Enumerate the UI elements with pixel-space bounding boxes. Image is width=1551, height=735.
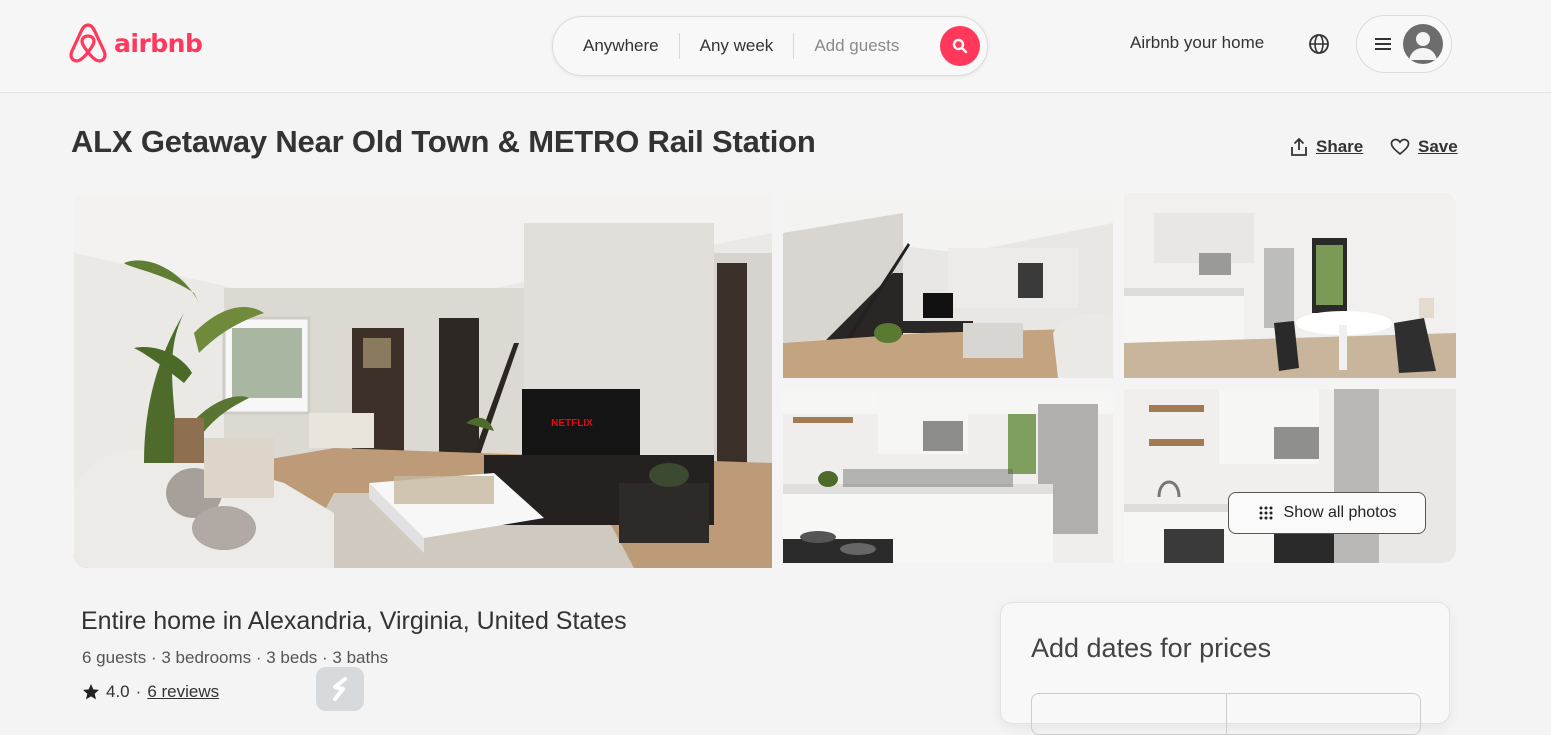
search-dates[interactable]: Any week (680, 36, 794, 56)
floating-app-button[interactable] (316, 667, 364, 711)
listing-details: 6 guests · 3 bedrooms · 3 beds · 3 baths (82, 648, 389, 667)
photo-kitchen-dining[interactable] (1124, 193, 1456, 378)
heart-icon (1390, 138, 1410, 156)
photo-main-living-room[interactable]: NETFLIX (74, 193, 772, 568)
show-all-photos-label: Show all photos (1283, 504, 1397, 521)
search-location[interactable]: Anywhere (553, 36, 679, 56)
listing-title: ALX Getaway Near Old Town & METRO Rail S… (71, 124, 816, 159)
search-bar[interactable]: Anywhere Any week Add guests (552, 16, 988, 76)
avatar (1403, 24, 1443, 64)
avatar-icon (1409, 32, 1437, 60)
share-button[interactable]: Share (1290, 137, 1363, 157)
photo-kitchen-sink[interactable] (1124, 389, 1456, 563)
show-all-photos-button[interactable]: Show all photos (1228, 492, 1426, 534)
brand-name: airbnb (114, 28, 203, 58)
date-picker[interactable] (1031, 693, 1421, 735)
rating-separator: · (135, 682, 142, 701)
photo-staircase[interactable] (783, 193, 1113, 378)
star-icon (83, 684, 99, 700)
search-guests[interactable]: Add guests (794, 36, 919, 56)
booking-card: Add dates for prices (1000, 602, 1450, 735)
search-button[interactable] (940, 26, 980, 66)
search-icon (952, 38, 968, 54)
airbnb-logo[interactable]: airbnb (68, 22, 203, 64)
listing-rating: 4.0 · 6 reviews (82, 682, 219, 702)
save-label: Save (1418, 137, 1458, 156)
save-button[interactable]: Save (1390, 137, 1458, 157)
reviews-link[interactable]: 6 reviews (147, 682, 219, 702)
share-icon (1291, 137, 1307, 156)
language-button[interactable] (1307, 32, 1331, 61)
share-label: Share (1316, 137, 1364, 156)
host-link[interactable]: Airbnb your home (1130, 33, 1264, 53)
globe-icon (1309, 34, 1329, 54)
menu-icon (1375, 38, 1391, 50)
rating-value: 4.0 (106, 682, 130, 701)
airbnb-logo-icon (69, 23, 107, 63)
booking-title: Add dates for prices (1031, 633, 1272, 663)
user-menu-button[interactable] (1356, 15, 1452, 73)
s-app-icon (333, 677, 347, 701)
grid-icon (1259, 506, 1273, 520)
tv-netflix-text: NETFLIX (551, 418, 593, 429)
listing-subtitle: Entire home in Alexandria, Virginia, Uni… (81, 607, 627, 635)
top-header: airbnb Anywhere Any week Add guests Airb… (0, 0, 1551, 93)
photo-kitchen-counter[interactable] (783, 389, 1113, 563)
